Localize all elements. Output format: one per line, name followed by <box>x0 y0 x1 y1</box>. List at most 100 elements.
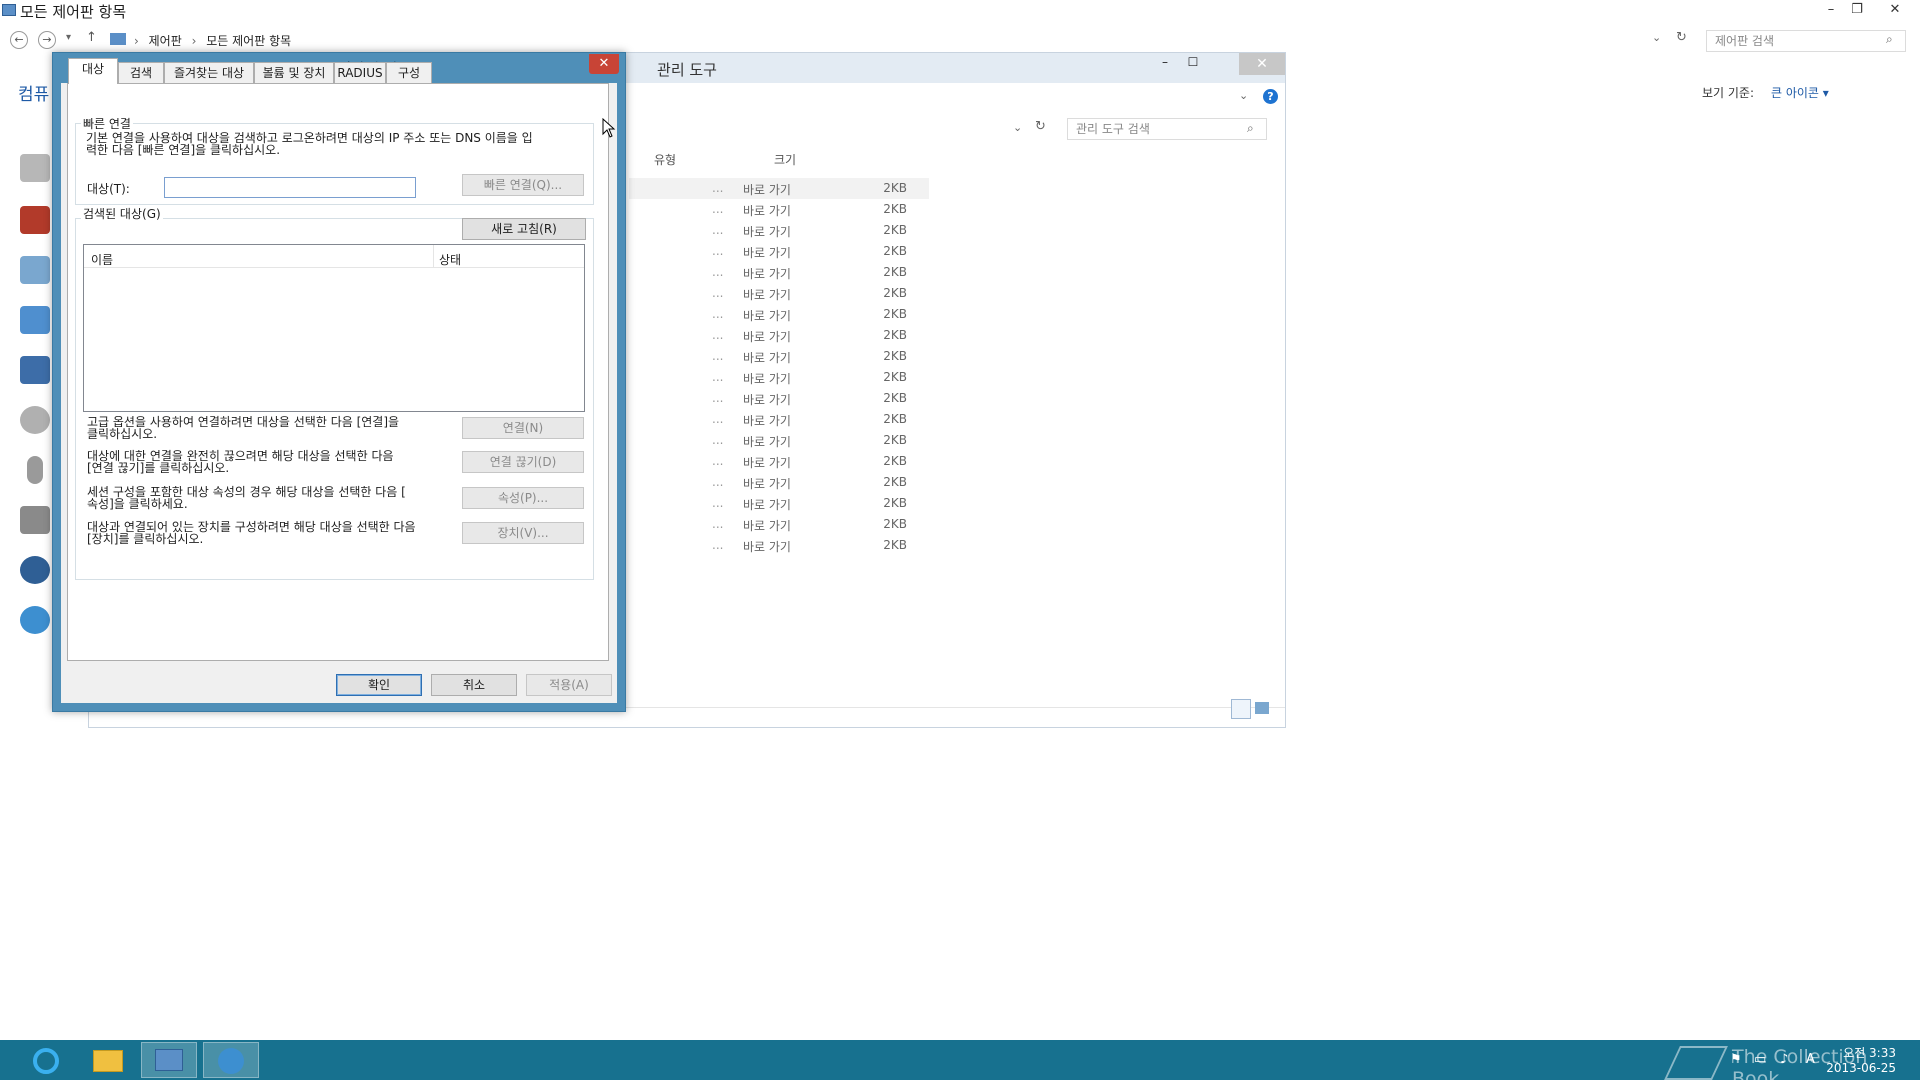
speaker-icon[interactable] <box>20 406 50 434</box>
file-size: 2KB <box>883 433 907 447</box>
admin-refresh-icon[interactable]: ↻ <box>1035 119 1046 134</box>
up-icon[interactable]: ↑ <box>86 30 97 45</box>
file-row[interactable]: ... 바로 가기 2KB <box>629 241 929 262</box>
list-header-status[interactable]: 상태 <box>439 251 461 268</box>
clock-time[interactable]: 오전 3:33 <box>1843 1044 1896 1061</box>
clock-date[interactable]: 2013-06-25 <box>1826 1061 1896 1075</box>
tab-targets[interactable]: 대상 <box>68 58 118 84</box>
tab-configuration[interactable]: 구성 <box>386 62 432 83</box>
internet-explorer-icon[interactable] <box>18 1042 74 1078</box>
iscsi-taskbar-icon[interactable] <box>203 1042 259 1078</box>
file-row[interactable]: ... 바로 가기 2KB <box>629 409 929 430</box>
minimize-button[interactable]: – <box>1818 0 1844 20</box>
truncated-name-ellipsis: ... <box>712 244 724 258</box>
column-header-size[interactable]: 크기 <box>774 151 796 168</box>
tab-radius[interactable]: RADIUS <box>334 62 386 83</box>
file-size: 2KB <box>883 286 907 300</box>
file-row[interactable]: ... 바로 가기 2KB <box>629 430 929 451</box>
tab-volumes-devices[interactable]: 볼륨 및 장치 <box>254 62 334 83</box>
file-type: 바로 가기 <box>743 540 791 554</box>
flag-icon[interactable]: ⚑ <box>1730 1052 1742 1067</box>
tab-favorite-targets[interactable]: 즐겨찾는 대상 <box>164 62 254 83</box>
discovered-targets-list[interactable]: 이름 상태 <box>83 244 585 412</box>
volume-icon[interactable]: ♪ <box>1780 1052 1788 1067</box>
sync-icon[interactable] <box>20 556 50 584</box>
file-row[interactable]: ... 바로 가기 2KB <box>629 514 929 535</box>
key-icon[interactable] <box>20 154 50 182</box>
details-view-icon[interactable] <box>1231 699 1251 719</box>
file-row[interactable]: ... 바로 가기 2KB <box>629 325 929 346</box>
breadcrumb[interactable]: › 제어판 › 모든 제어판 항목 <box>134 32 1674 54</box>
truncated-name-ellipsis: ... <box>712 517 724 531</box>
ok-button[interactable]: 확인 <box>336 674 422 696</box>
close-button[interactable]: ✕ <box>1882 0 1908 20</box>
file-row[interactable]: ... 바로 가기 2KB <box>629 199 929 220</box>
file-row[interactable]: ... 바로 가기 2KB <box>629 367 929 388</box>
restore-button[interactable]: ❐ <box>1844 0 1870 20</box>
search-icon: ⌕ <box>1886 32 1893 46</box>
devices-button[interactable]: 장치(V)... <box>462 522 584 544</box>
admin-minimize-button[interactable]: – <box>1155 55 1175 69</box>
view-by-dropdown[interactable]: 큰 아이콘 ▾ <box>1771 84 1829 101</box>
admin-tools-search-input[interactable]: 관리 도구 검색 <box>1067 118 1267 140</box>
file-row[interactable]: ... 바로 가기 2KB <box>629 472 929 493</box>
recent-locations-icon[interactable]: ▾ <box>66 32 71 43</box>
file-type: 바로 가기 <box>743 477 791 491</box>
file-row[interactable]: ... 바로 가기 2KB <box>629 346 929 367</box>
microphone-icon[interactable] <box>27 456 43 484</box>
server-icon[interactable] <box>20 506 50 534</box>
target-input[interactable] <box>164 177 416 198</box>
display-icon[interactable] <box>20 356 50 384</box>
file-row[interactable]: ... 바로 가기 2KB <box>629 388 929 409</box>
file-explorer-icon[interactable] <box>80 1042 136 1078</box>
file-row[interactable]: ... 바로 가기 2KB <box>629 535 929 556</box>
properties-button[interactable]: 속성(P)... <box>462 487 584 509</box>
truncated-name-ellipsis: ... <box>712 286 724 300</box>
file-row[interactable]: ... 바로 가기 2KB <box>629 283 929 304</box>
control-panel-search-input[interactable]: 제어판 검색 <box>1706 30 1906 52</box>
help-icon[interactable]: ? <box>1263 89 1278 104</box>
admin-address-dropdown-icon[interactable]: ⌄ <box>1013 121 1022 134</box>
file-row[interactable]: ... 바로 가기 2KB <box>629 451 929 472</box>
network-icon[interactable] <box>20 606 50 634</box>
input-method-indicator[interactable]: A <box>1806 1052 1815 1067</box>
connect-button[interactable]: 연결(N) <box>462 417 584 439</box>
file-row[interactable]: ... 바로 가기 2KB <box>629 262 929 283</box>
truncated-name-ellipsis: ... <box>712 391 724 405</box>
file-row[interactable]: ... 바로 가기 2KB <box>629 220 929 241</box>
back-button[interactable]: ← <box>10 31 28 49</box>
admin-close-button[interactable]: ✕ <box>1239 53 1285 75</box>
breadcrumb-all-items[interactable]: 모든 제어판 항목 <box>206 34 291 48</box>
forward-button[interactable]: → <box>38 31 56 49</box>
refresh-button[interactable]: 새로 고침(R) <box>462 218 586 240</box>
address-dropdown-icon[interactable]: ⌄ <box>1652 31 1661 44</box>
file-row[interactable]: ... 바로 가기 2KB <box>629 178 929 199</box>
file-row[interactable]: ... 바로 가기 2KB <box>629 493 929 514</box>
tab-discovery[interactable]: 검색 <box>118 62 164 83</box>
column-header-type[interactable]: 유형 <box>654 151 676 168</box>
truncated-name-ellipsis: ... <box>712 223 724 237</box>
calendar-icon[interactable] <box>20 306 50 334</box>
properties-desc-2: 속성]을 클릭하세요. <box>87 497 188 511</box>
network-tray-icon[interactable]: ▭ <box>1754 1052 1766 1067</box>
refresh-icon[interactable]: ↻ <box>1676 30 1687 45</box>
large-icons-view-icon[interactable] <box>1255 702 1269 714</box>
file-type: 바로 가기 <box>743 519 791 533</box>
firewall-icon[interactable] <box>20 206 50 234</box>
dialog-close-button[interactable]: ✕ <box>589 54 619 74</box>
apply-button[interactable]: 적용(A) <box>526 674 612 696</box>
file-size: 2KB <box>883 496 907 510</box>
control-panel-taskbar-icon[interactable] <box>141 1042 197 1078</box>
file-row[interactable]: ... 바로 가기 2KB <box>629 304 929 325</box>
quick-connect-button[interactable]: 빠른 연결(Q)... <box>462 174 584 196</box>
expand-ribbon-icon[interactable]: ⌄ <box>1239 89 1248 102</box>
file-type: 바로 가기 <box>743 456 791 470</box>
file-type: 바로 가기 <box>743 309 791 323</box>
breadcrumb-control-panel[interactable]: 제어판 <box>149 34 182 48</box>
file-size: 2KB <box>883 475 907 489</box>
gear-checklist-icon[interactable] <box>20 256 50 284</box>
list-header-name[interactable]: 이름 <box>91 251 113 268</box>
cancel-button[interactable]: 취소 <box>431 674 517 696</box>
admin-maximize-button[interactable]: ☐ <box>1183 55 1203 69</box>
disconnect-button[interactable]: 연결 끊기(D) <box>462 451 584 473</box>
